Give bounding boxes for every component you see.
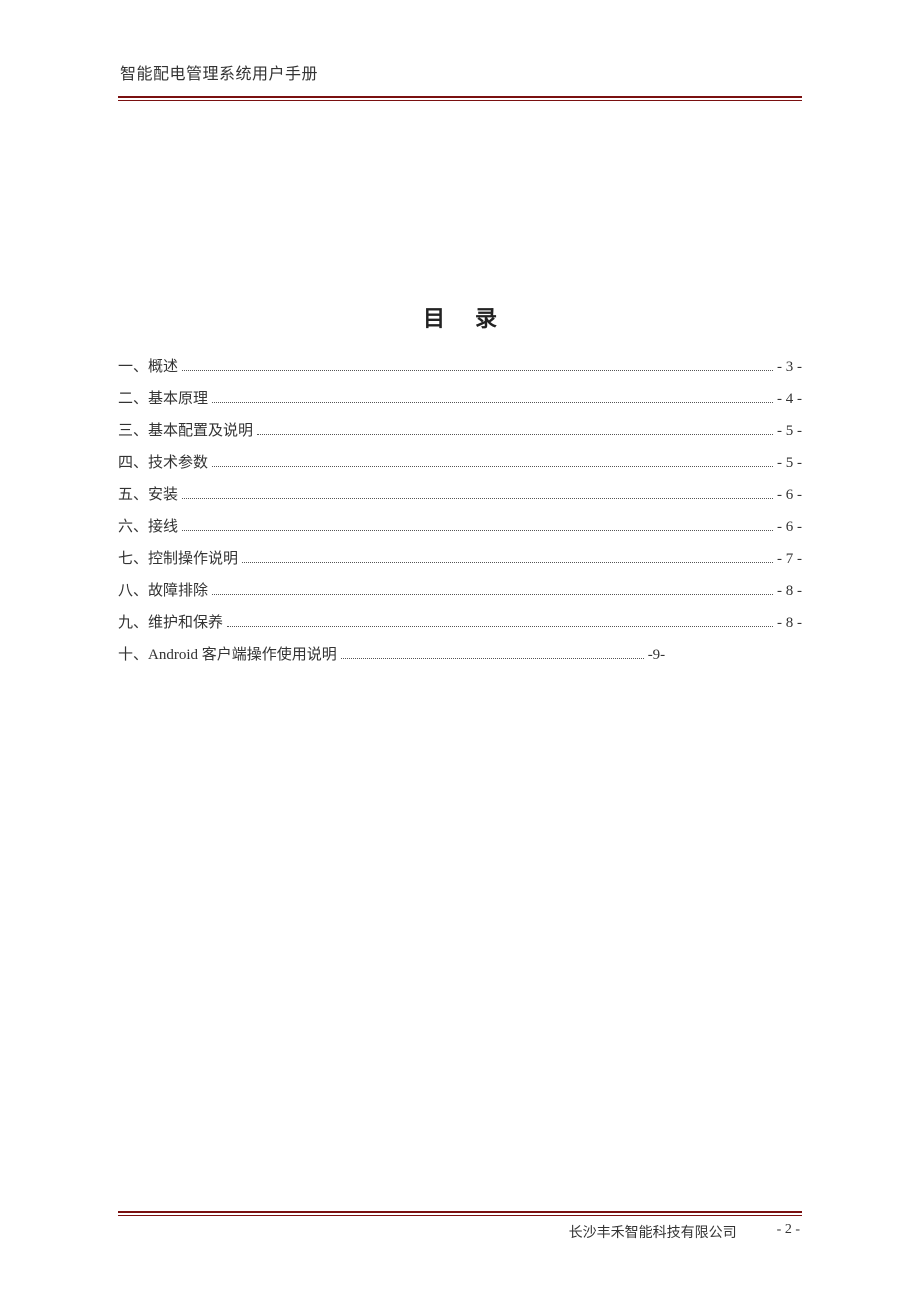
toc-title: 目录	[118, 301, 802, 333]
footer-company: 长沙丰禾智能科技有限公司	[569, 1222, 737, 1242]
toc-item: 四、技术参数 - 5 -	[118, 451, 802, 475]
toc-item-label: 二、基本原理	[118, 387, 208, 411]
footer-page-number: - 2 -	[777, 1222, 800, 1242]
toc-item-page: - 5 -	[777, 419, 802, 443]
document-page: 智能配电管理系统用户手册 目录 一、概述 - 3 - 二、基本原理 - 4 - …	[0, 0, 920, 1302]
toc-item-leader	[227, 626, 773, 627]
toc-item-leader	[212, 594, 773, 595]
toc-item: 三、基本配置及说明 - 5 -	[118, 419, 802, 443]
header-rule-thin	[118, 100, 802, 101]
toc-item-leader	[341, 658, 644, 659]
toc-item-leader	[182, 530, 773, 531]
toc-item-leader	[257, 434, 773, 435]
toc-item-page: - 8 -	[777, 611, 802, 635]
toc-item-label: 八、故障排除	[118, 579, 208, 603]
toc-item-label: 五、安装	[118, 483, 178, 507]
toc-item-page: - 3 -	[777, 355, 802, 379]
toc-item-leader	[212, 402, 773, 403]
toc-item-label: 九、维护和保养	[118, 611, 223, 635]
toc-item-label: 十、Android 客户端操作使用说明	[118, 643, 337, 667]
toc-item-leader	[242, 562, 773, 563]
header-title: 智能配电管理系统用户手册	[118, 55, 802, 86]
toc-item: 二、基本原理 - 4 -	[118, 387, 802, 411]
toc-item: 八、故障排除 - 8 -	[118, 579, 802, 603]
toc-item-label: 三、基本配置及说明	[118, 419, 253, 443]
header-rule-thick	[118, 96, 802, 98]
footer-row: 长沙丰禾智能科技有限公司 - 2 -	[118, 1222, 802, 1242]
toc-item-label: 七、控制操作说明	[118, 547, 238, 571]
toc-item-page: - 7 -	[777, 547, 802, 571]
toc-item-page: - 4 -	[777, 387, 802, 411]
toc-item-page: - 8 -	[777, 579, 802, 603]
toc-item-page: -9-	[648, 643, 666, 667]
toc-item-leader	[212, 466, 773, 467]
page-footer: 长沙丰禾智能科技有限公司 - 2 -	[118, 1211, 802, 1242]
toc-list: 一、概述 - 3 - 二、基本原理 - 4 - 三、基本配置及说明 - 5 - …	[118, 355, 802, 667]
toc-item: 十、Android 客户端操作使用说明 -9-	[118, 643, 665, 667]
toc-item-leader	[182, 370, 773, 371]
footer-rule-thin	[118, 1215, 802, 1216]
toc-item-label: 一、概述	[118, 355, 178, 379]
toc-item: 一、概述 - 3 -	[118, 355, 802, 379]
footer-rule-thick	[118, 1211, 802, 1213]
toc-item: 七、控制操作说明 - 7 -	[118, 547, 802, 571]
toc-item-label: 四、技术参数	[118, 451, 208, 475]
toc-item-label: 六、接线	[118, 515, 178, 539]
toc-item: 六、接线 - 6 -	[118, 515, 802, 539]
toc-item-leader	[182, 498, 773, 499]
toc-item: 九、维护和保养 - 8 -	[118, 611, 802, 635]
toc-item: 五、安装 - 6 -	[118, 483, 802, 507]
toc-item-page: - 5 -	[777, 451, 802, 475]
toc-item-page: - 6 -	[777, 515, 802, 539]
toc-item-page: - 6 -	[777, 483, 802, 507]
